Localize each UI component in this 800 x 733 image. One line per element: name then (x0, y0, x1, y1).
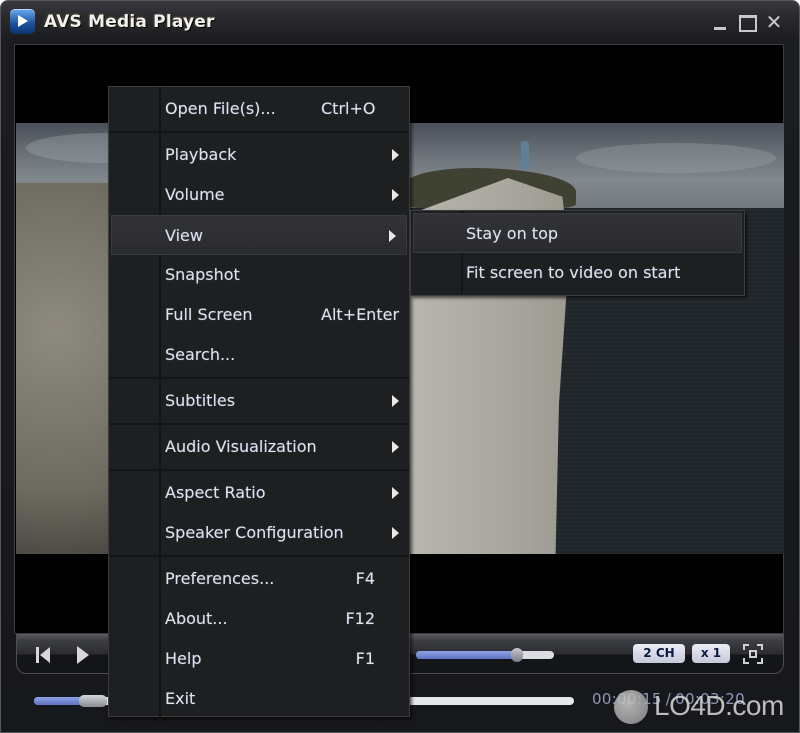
menu-item-subtitles[interactable]: Subtitles (109, 381, 409, 421)
menu-group: Audio Visualization (109, 423, 409, 469)
window-title: AVS Media Player (44, 12, 215, 32)
menu-item-search[interactable]: Search... (109, 335, 409, 375)
menu-item-full-screen[interactable]: Full Screen Alt+Enter (109, 295, 409, 335)
menu-item-playback[interactable]: Playback (109, 135, 409, 175)
menu-item-exit[interactable]: Exit (109, 679, 409, 719)
menu-item-label: Full Screen (165, 305, 253, 324)
video-cloud (576, 143, 776, 173)
context-menu: Open File(s)... Ctrl+O Playback Volume View S… (108, 86, 410, 721)
menu-item-shortcut: F12 (345, 609, 375, 628)
menu-item-shortcut: Ctrl+O (321, 99, 376, 118)
menu-group: Stay on top Fit screen to video on start (411, 211, 744, 293)
menu-item-view[interactable]: View (111, 215, 407, 255)
view-submenu: Stay on top Fit screen to video on start (410, 210, 745, 296)
submenu-item-fit-screen-to-video-on-start[interactable]: Fit screen to video on start (411, 253, 744, 293)
menu-item-label: Stay on top (466, 224, 559, 243)
menu-item-label: Speaker Configuration (165, 523, 344, 542)
fit-to-screen-icon[interactable] (743, 644, 763, 664)
submenu-arrow-icon (392, 441, 399, 453)
menu-item-label: Preferences... (165, 569, 275, 588)
menu-item-aspect-ratio[interactable]: Aspect Ratio (109, 473, 409, 513)
play-button[interactable] (77, 646, 91, 664)
menu-item-label: Audio Visualization (165, 437, 317, 456)
menu-item-about[interactable]: About... F12 (109, 599, 409, 639)
submenu-arrow-icon (392, 395, 399, 407)
title-bar[interactable]: AVS Media Player ✕ (1, 1, 800, 43)
menu-item-audio-visualization[interactable]: Audio Visualization (109, 427, 409, 467)
audio-channels-button[interactable]: 2 CH (633, 644, 685, 663)
volume-slider-thumb[interactable] (510, 648, 523, 662)
watermark: LO4D.com (608, 686, 798, 730)
menu-item-snapshot[interactable]: Snapshot (109, 255, 409, 295)
menu-item-speaker-configuration[interactable]: Speaker Configuration (109, 513, 409, 553)
video-cliff-left (16, 183, 116, 554)
menu-item-shortcut: F4 (355, 569, 375, 588)
menu-item-label: About... (165, 609, 228, 628)
volume-slider-fill (416, 651, 517, 659)
menu-item-label: Aspect Ratio (165, 483, 266, 502)
menu-item-label: View (165, 226, 203, 245)
seek-bar-fill (34, 697, 85, 705)
menu-item-volume[interactable]: Volume (109, 175, 409, 215)
menu-group: Subtitles (109, 377, 409, 423)
watermark-text: LO4D.com (654, 690, 784, 721)
submenu-arrow-icon (389, 230, 396, 242)
watermark-logo-icon (614, 690, 648, 724)
fit-corner (757, 658, 763, 664)
fit-corner (743, 658, 749, 664)
menu-item-label: Playback (165, 145, 237, 164)
skip-previous-button[interactable] (36, 647, 52, 663)
seek-bar-thumb[interactable] (78, 695, 107, 707)
menu-item-shortcut: Alt+Enter (321, 305, 400, 324)
submenu-arrow-icon (392, 527, 399, 539)
menu-item-preferences[interactable]: Preferences... F4 (109, 559, 409, 599)
submenu-arrow-icon (392, 189, 399, 201)
menu-item-label: Help (165, 649, 202, 668)
menu-item-help[interactable]: Help F1 (109, 639, 409, 679)
menu-group: Aspect Ratio Speaker Configuration (109, 469, 409, 555)
menu-item-label: Exit (165, 689, 196, 708)
close-button[interactable]: ✕ (764, 12, 784, 32)
submenu-arrow-icon (392, 487, 399, 499)
menu-item-label: Volume (165, 185, 225, 204)
play-logo-icon (10, 9, 35, 34)
volume-slider[interactable] (416, 648, 554, 662)
submenu-arrow-icon (392, 149, 399, 161)
maximize-button[interactable] (737, 13, 757, 32)
submenu-item-stay-on-top[interactable]: Stay on top (413, 213, 742, 253)
fit-square (749, 650, 757, 658)
minimize-button[interactable] (711, 13, 731, 31)
menu-item-open-file-s[interactable]: Open File(s)... Ctrl+O (109, 89, 409, 129)
menu-group: Preferences... F4 About... F12 Help F1 Exit (109, 555, 409, 721)
playback-speed-button[interactable]: x 1 (692, 644, 730, 663)
menu-item-label: Snapshot (165, 265, 240, 284)
video-person (521, 141, 529, 169)
menu-item-shortcut: F1 (355, 649, 375, 668)
fit-corner (757, 644, 763, 650)
menu-group: Open File(s)... Ctrl+O (109, 87, 409, 131)
menu-item-label: Search... (165, 345, 236, 364)
menu-item-label: Open File(s)... (165, 99, 276, 118)
menu-item-label: Subtitles (165, 391, 236, 410)
menu-item-label: Fit screen to video on start (466, 263, 681, 282)
menu-group: Playback Volume View Snapshot Full Screen Alt… (109, 131, 409, 377)
